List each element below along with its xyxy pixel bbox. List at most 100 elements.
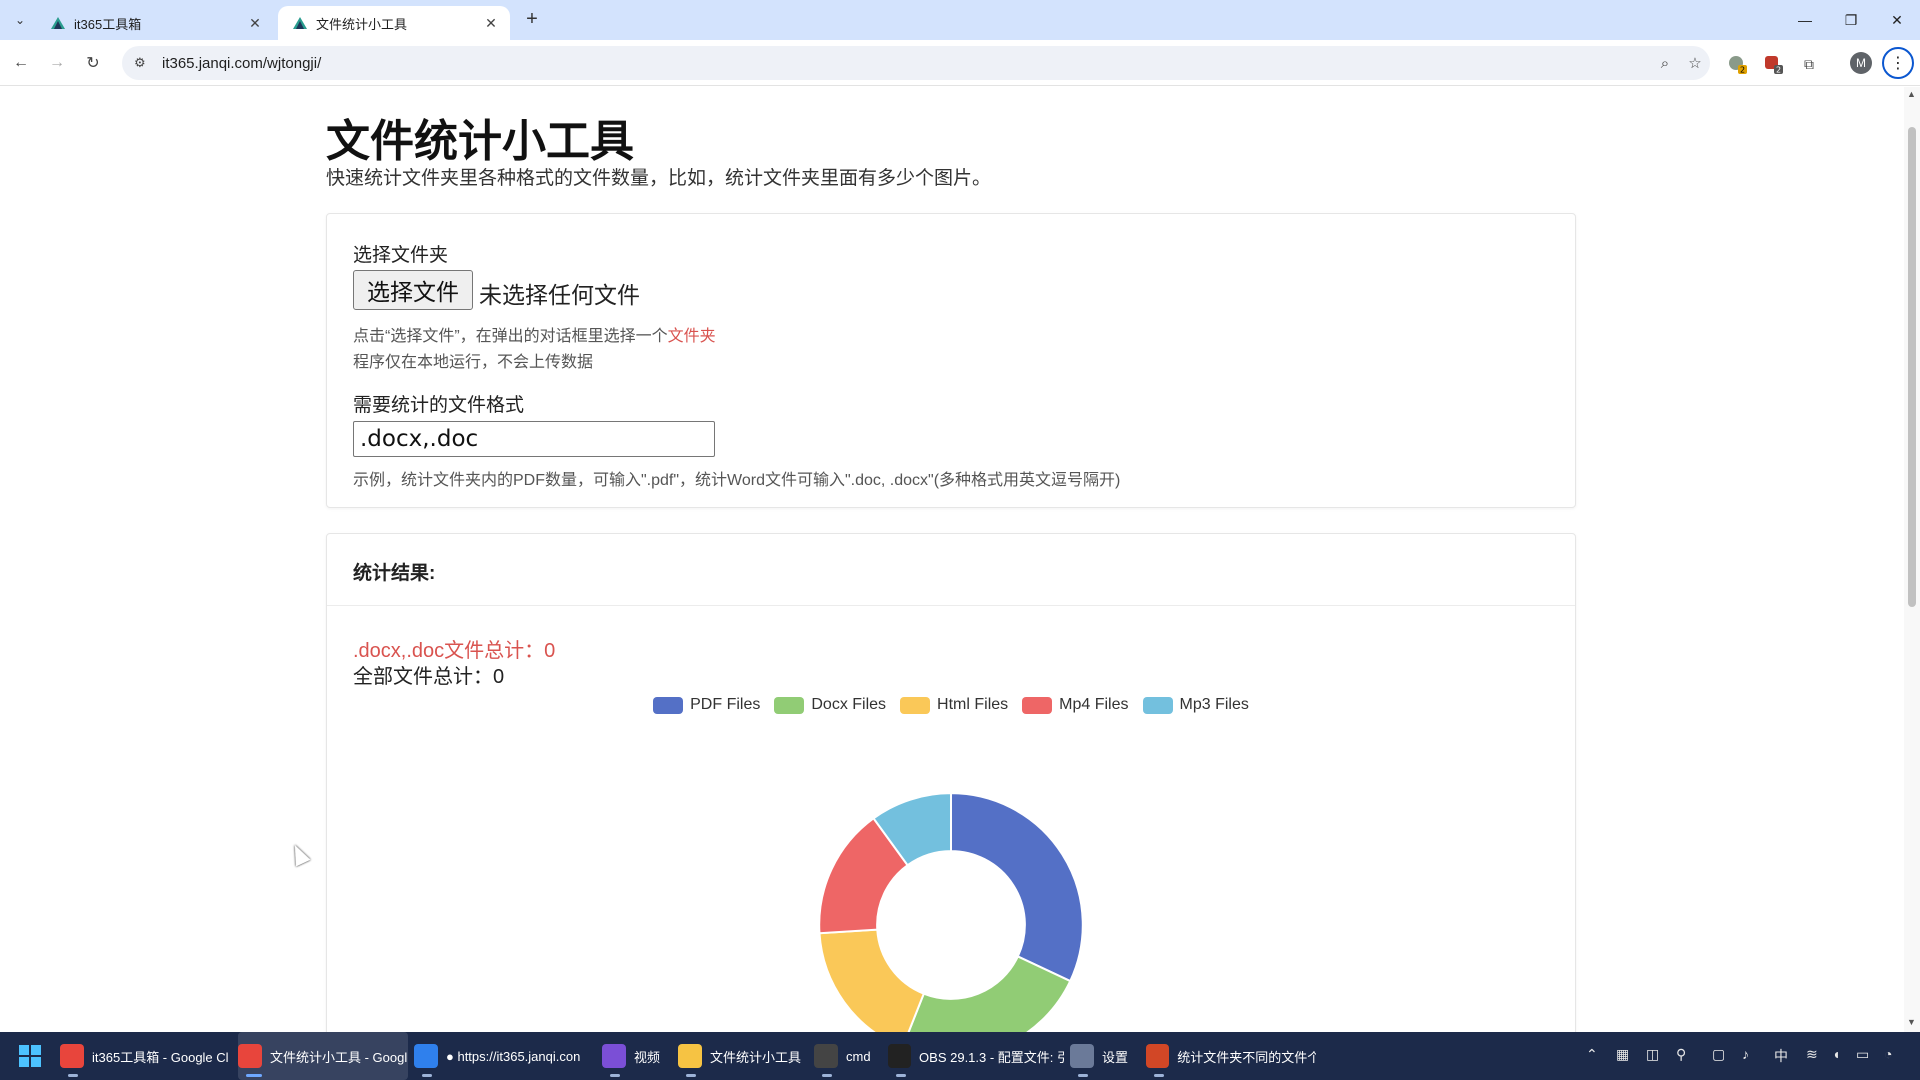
video-icon bbox=[602, 1044, 626, 1068]
taskbar-app-label: 统计文件夹不同的文件个 bbox=[1177, 1049, 1316, 1065]
browser-tab-strip: ⌄ it365工具箱 ✕ 文件统计小工具 ✕ + — ❐ ✕ bbox=[0, 0, 1920, 40]
svg-text:2: 2 bbox=[1776, 66, 1781, 75]
scroll-down-icon[interactable]: ▼ bbox=[1907, 1017, 1916, 1027]
puzzle-extensions-icon[interactable]: ⧉ bbox=[1796, 51, 1822, 77]
taskbar-app[interactable]: OBS 29.1.3 - 配置文件: 引 bbox=[888, 1032, 1064, 1080]
scroll-up-icon[interactable]: ▲ bbox=[1907, 89, 1916, 99]
tab-title: it365工具箱 bbox=[74, 16, 142, 32]
zoom-icon[interactable]: ⌕ bbox=[1650, 55, 1680, 72]
taskbar-app[interactable]: 设置 bbox=[1070, 1032, 1140, 1080]
new-tab-button[interactable]: + bbox=[520, 8, 544, 31]
legend-swatch bbox=[1022, 696, 1053, 714]
legend-label: Docx Files bbox=[811, 696, 887, 713]
browser-tab-active[interactable]: 文件统计小工具 ✕ bbox=[278, 6, 510, 40]
taskbar-app-label: 文件统计小工具 bbox=[710, 1049, 802, 1065]
taskbar-app[interactable]: 文件统计小工具 - Googl bbox=[238, 1032, 408, 1080]
format-total-text: .docx,.doc文件总计：0 bbox=[353, 640, 556, 662]
choose-file-button[interactable]: 选择文件 bbox=[353, 270, 473, 310]
profile-avatar[interactable]: M bbox=[1850, 52, 1872, 74]
tray-app-icon[interactable]: ◫ bbox=[1646, 1046, 1659, 1063]
site-favicon-icon bbox=[51, 17, 65, 29]
close-tab-icon[interactable]: ✕ bbox=[482, 15, 500, 32]
browser-tab[interactable]: it365工具箱 ✕ bbox=[36, 6, 274, 40]
chrome-icon bbox=[238, 1044, 262, 1068]
site-favicon-icon bbox=[293, 17, 307, 29]
taskbar-app[interactable]: 统计文件夹不同的文件个 bbox=[1146, 1032, 1316, 1080]
legend-item[interactable]: Html Files bbox=[900, 696, 1008, 714]
page-content: 文件统计小工具 快速统计文件夹里各种格式的文件数量，比如，统计文件夹里面有多少个… bbox=[0, 87, 1904, 1032]
legend-item[interactable]: PDF Files bbox=[653, 696, 760, 714]
url-text[interactable]: it365.janqi.com/wjtongji/ bbox=[162, 55, 1650, 72]
tray-overflow-icon[interactable]: ⌃ bbox=[1586, 1046, 1598, 1063]
minimize-button[interactable]: — bbox=[1782, 0, 1828, 40]
tray-app-icon[interactable]: ▦ bbox=[1616, 1046, 1629, 1063]
tab-search-button[interactable]: ⌄ bbox=[8, 8, 32, 32]
folder-hint-text: 点击“选择文件”，在弹出的对话框里选择一个 bbox=[353, 328, 668, 345]
legend-item[interactable]: Mp3 Files bbox=[1142, 696, 1249, 714]
address-bar[interactable]: ⚙ it365.janqi.com/wjtongji/ ⌕ ☆ bbox=[122, 46, 1710, 80]
tab-title: 文件统计小工具 bbox=[316, 16, 408, 32]
close-tab-icon[interactable]: ✕ bbox=[246, 15, 264, 32]
bookmark-star-icon[interactable]: ☆ bbox=[1680, 54, 1710, 72]
settings-card: 选择文件夹 选择文件 未选择任何文件 点击“选择文件”，在弹出的对话框里选择一个… bbox=[326, 213, 1576, 508]
legend-swatch bbox=[774, 696, 805, 714]
taskbar-app[interactable]: cmd bbox=[814, 1032, 880, 1080]
browser-menu-icon[interactable]: ⋮ bbox=[1882, 47, 1914, 79]
page-scrollbar[interactable]: ▲ ▼ bbox=[1904, 87, 1920, 1032]
taskbar-app-label: cmd bbox=[846, 1048, 871, 1064]
results-title: 统计结果: bbox=[353, 563, 436, 584]
legend-swatch bbox=[1142, 696, 1173, 714]
chevron-down-icon: ⌄ bbox=[14, 13, 26, 27]
format-input[interactable]: .docx,.doc bbox=[353, 421, 715, 457]
reload-icon[interactable]: ↻ bbox=[80, 50, 106, 76]
local-run-hint: 程序仅在本地运行，不会上传数据 bbox=[353, 354, 594, 371]
donut-slice[interactable] bbox=[818, 928, 926, 1032]
restore-button[interactable]: ❐ bbox=[1828, 0, 1874, 40]
terminal-icon bbox=[814, 1044, 838, 1068]
legend-item[interactable]: Docx Files bbox=[774, 696, 886, 714]
legend-item[interactable]: Mp4 Files bbox=[1022, 696, 1129, 714]
battery-icon[interactable]: ▭ bbox=[1856, 1046, 1869, 1063]
wifi-icon[interactable]: ≋ bbox=[1806, 1046, 1818, 1063]
results-header: 统计结果: bbox=[327, 534, 1575, 606]
vscode-icon bbox=[414, 1044, 438, 1068]
folder-label: 选择文件夹 bbox=[353, 245, 449, 266]
powerpoint-icon bbox=[1146, 1044, 1170, 1068]
forward-arrow-icon[interactable]: → bbox=[44, 50, 70, 76]
browser-toolbar: ← → ↻ ⚙ it365.janqi.com/wjtongji/ ⌕ ☆ 2 … bbox=[0, 40, 1920, 86]
taskbar-app[interactable]: ● https://it365.janqi.con bbox=[414, 1032, 594, 1080]
legend-label: PDF Files bbox=[690, 696, 761, 713]
donut-slice[interactable] bbox=[950, 792, 1084, 983]
obs-icon bbox=[888, 1044, 912, 1068]
no-file-text: 未选择任何文件 bbox=[479, 283, 640, 309]
start-button[interactable] bbox=[18, 1032, 42, 1080]
legend-swatch bbox=[653, 696, 684, 714]
microphone-icon[interactable]: ♪ bbox=[1742, 1046, 1749, 1062]
taskbar-app[interactable]: 视频 bbox=[602, 1032, 666, 1080]
ime-indicator[interactable]: 中 bbox=[1774, 1046, 1788, 1066]
taskbar-app[interactable]: 文件统计小工具 bbox=[678, 1032, 810, 1080]
format-example-hint: 示例，统计文件夹内的PDF数量，可输入".pdf"，统计Word文件可输入".d… bbox=[353, 472, 1121, 489]
close-window-button[interactable]: ✕ bbox=[1874, 0, 1920, 40]
scrollbar-thumb[interactable] bbox=[1908, 127, 1916, 607]
folder-hint-accent: 文件夹 bbox=[667, 328, 716, 345]
taskbar-app-label: 文件统计小工具 - Googl bbox=[270, 1049, 408, 1065]
search-icon[interactable]: ⚲ bbox=[1676, 1046, 1686, 1063]
taskbar-app[interactable]: it365工具箱 - Google Cl bbox=[60, 1032, 232, 1080]
back-arrow-icon[interactable]: ← bbox=[8, 50, 34, 76]
tray-app-icon[interactable]: ▢ bbox=[1712, 1046, 1725, 1063]
windows-taskbar: it365工具箱 - Google Cl 文件统计小工具 - Googl ● htt… bbox=[0, 1032, 1920, 1080]
volume-icon[interactable]: ◖ bbox=[1832, 1046, 1840, 1062]
notification-icon[interactable]: ◔ bbox=[1884, 1046, 1892, 1062]
chrome-icon bbox=[60, 1044, 84, 1068]
all-total-text: 全部文件总计：0 bbox=[353, 666, 505, 688]
extension-icon[interactable]: 2 bbox=[1724, 51, 1750, 77]
site-info-icon[interactable]: ⚙ bbox=[134, 55, 154, 71]
page-title: 文件统计小工具 bbox=[326, 116, 634, 167]
folder-icon bbox=[678, 1044, 702, 1068]
legend-label: Html Files bbox=[937, 696, 1009, 713]
taskbar-app-label: OBS 29.1.3 - 配置文件: 引 bbox=[919, 1049, 1064, 1065]
extension-icon[interactable]: 2 bbox=[1760, 51, 1786, 77]
windows-logo-icon bbox=[19, 1045, 41, 1067]
legend-label: Mp3 Files bbox=[1179, 696, 1249, 713]
